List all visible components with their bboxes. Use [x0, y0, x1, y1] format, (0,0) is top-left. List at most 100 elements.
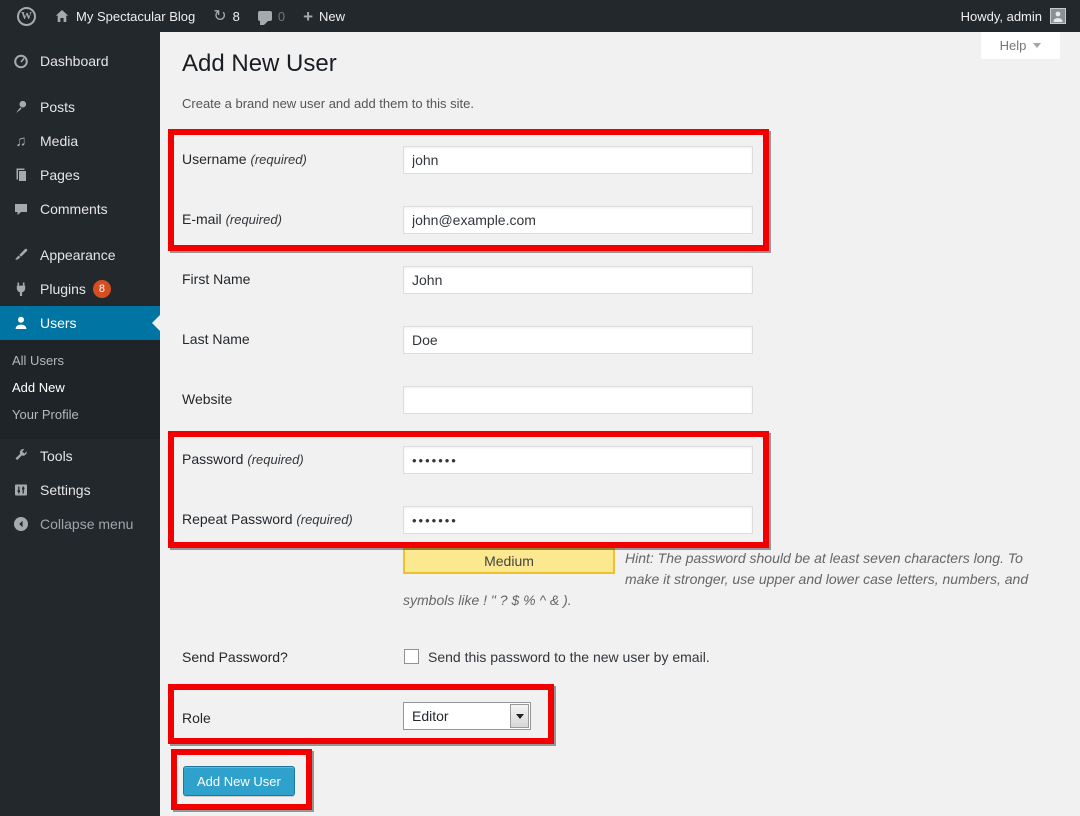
comments-count: 0	[278, 9, 285, 24]
first-name-input[interactable]	[403, 266, 753, 294]
help-label: Help	[1000, 38, 1027, 53]
add-new-user-button[interactable]: Add New User	[183, 766, 295, 796]
current-menu-arrow	[152, 315, 160, 331]
collapse-arrow-icon	[10, 516, 32, 532]
wordpress-logo-icon: W	[17, 7, 36, 26]
email-row: E-mail (required)	[182, 206, 1042, 234]
updates-count: 8	[233, 9, 240, 24]
submenu-item-all-users[interactable]: All Users	[0, 347, 160, 374]
page-title: Add New User	[182, 50, 337, 78]
last-name-label: Last Name	[182, 331, 250, 347]
submenu-item-add-new[interactable]: Add New	[0, 374, 160, 401]
sidebar-item-label: Settings	[40, 482, 91, 498]
username-input[interactable]	[403, 146, 753, 174]
main-content: Add New User Create a brand new user and…	[160, 32, 1080, 816]
home-icon	[54, 8, 70, 24]
my-account-menu[interactable]: Howdy, admin	[961, 0, 1080, 32]
avatar	[1050, 8, 1066, 24]
sidebar-item-label: Users	[40, 315, 77, 331]
page-subtitle: Create a brand new user and add them to …	[182, 96, 474, 111]
menu-separator	[0, 226, 160, 238]
paintbrush-icon	[10, 247, 32, 263]
sidebar-item-label: Media	[40, 133, 78, 149]
password-row: Password (required)	[182, 446, 1042, 474]
website-label: Website	[182, 391, 232, 407]
sidebar-item-label: Dashboard	[40, 53, 109, 69]
site-name-label: My Spectacular Blog	[76, 9, 195, 24]
password-label: Password (required)	[182, 451, 304, 467]
sidebar-item-label: Pages	[40, 167, 80, 183]
howdy-label: Howdy, admin	[961, 9, 1042, 24]
users-submenu: All Users Add New Your Profile	[0, 340, 160, 439]
sidebar-item-label: Appearance	[40, 247, 116, 263]
last-name-row: Last Name	[182, 326, 1042, 354]
repeat-password-label: Repeat Password (required)	[182, 511, 353, 527]
sidebar-item-label: Posts	[40, 99, 75, 115]
website-input[interactable]	[403, 386, 753, 414]
media-icon: ♫	[10, 133, 32, 150]
role-row: Role Editor	[182, 702, 1042, 730]
pushpin-icon	[10, 99, 32, 115]
comment-icon	[10, 201, 32, 217]
repeat-password-input[interactable]	[403, 506, 753, 534]
collapse-menu-label: Collapse menu	[40, 516, 133, 532]
dashboard-icon	[10, 53, 32, 69]
email-label: E-mail (required)	[182, 211, 282, 227]
plugin-icon	[10, 281, 32, 297]
new-content-menu[interactable]: + New	[294, 0, 354, 32]
role-select[interactable]: Editor	[403, 702, 531, 730]
sidebar-item-label: Plugins	[40, 281, 86, 297]
username-label: Username (required)	[182, 151, 307, 167]
wordpress-logo-menu[interactable]: W	[8, 0, 45, 32]
updates-icon: ↻	[213, 8, 226, 24]
new-label: New	[319, 9, 345, 24]
sidebar-item-media[interactable]: ♫ Media	[0, 124, 160, 158]
sidebar-item-settings[interactable]: Settings	[0, 473, 160, 507]
password-input[interactable]	[403, 446, 753, 474]
menu-separator	[0, 78, 160, 90]
send-password-row: Send Password? Send this password to the…	[182, 644, 1042, 672]
role-selected-value: Editor	[412, 708, 449, 724]
first-name-row: First Name	[182, 266, 1042, 294]
sidebar-item-label: Comments	[40, 201, 108, 217]
updates-menu[interactable]: ↻ 8	[204, 0, 249, 32]
site-name-menu[interactable]: My Spectacular Blog	[45, 0, 204, 32]
plus-icon: +	[303, 8, 313, 25]
last-name-input[interactable]	[403, 326, 753, 354]
comments-bubble-icon	[258, 11, 272, 21]
plugins-update-badge: 8	[93, 280, 111, 298]
sidebar-item-users[interactable]: Users	[0, 306, 160, 340]
settings-sliders-icon	[10, 482, 32, 498]
wordpress-add-new-user-page: { "admin_bar": { "wp_logo_letter": "W", …	[0, 0, 1080, 816]
sidebar-item-pages[interactable]: Pages	[0, 158, 160, 192]
sidebar-item-appearance[interactable]: Appearance	[0, 238, 160, 272]
send-password-checkbox[interactable]	[404, 649, 419, 664]
sidebar-item-plugins[interactable]: Plugins 8	[0, 272, 160, 306]
send-password-checkbox-text: Send this password to the new user by em…	[428, 649, 710, 665]
username-row: Username (required)	[182, 146, 1042, 174]
select-arrow-button[interactable]	[510, 704, 529, 728]
send-password-label: Send Password?	[182, 649, 288, 665]
repeat-password-row: Repeat Password (required)	[182, 506, 1042, 534]
chevron-down-icon	[516, 714, 524, 719]
password-strength-meter: Medium	[403, 548, 615, 574]
password-strength-section: Medium Hint: The password should be at l…	[403, 548, 1033, 611]
website-row: Website	[182, 386, 1042, 414]
wrench-icon	[10, 448, 32, 464]
sidebar-item-tools[interactable]: Tools	[0, 439, 160, 473]
sidebar-item-posts[interactable]: Posts	[0, 90, 160, 124]
email-input[interactable]	[403, 206, 753, 234]
admin-bar: W My Spectacular Blog ↻ 8 0 + New Howdy,…	[0, 0, 1080, 32]
users-icon	[10, 315, 32, 331]
admin-bar-left: W My Spectacular Blog ↻ 8 0 + New	[0, 0, 354, 32]
chevron-down-icon	[1033, 43, 1041, 48]
sidebar-item-dashboard[interactable]: Dashboard	[0, 44, 160, 78]
submenu-item-your-profile[interactable]: Your Profile	[0, 401, 160, 428]
role-label: Role	[182, 710, 211, 726]
help-tab[interactable]: Help	[981, 32, 1060, 59]
sidebar-item-comments[interactable]: Comments	[0, 192, 160, 226]
sidebar-item-label: Tools	[40, 448, 73, 464]
collapse-menu-button[interactable]: Collapse menu	[0, 507, 160, 541]
comments-menu[interactable]: 0	[249, 0, 294, 32]
pages-icon	[10, 167, 32, 183]
